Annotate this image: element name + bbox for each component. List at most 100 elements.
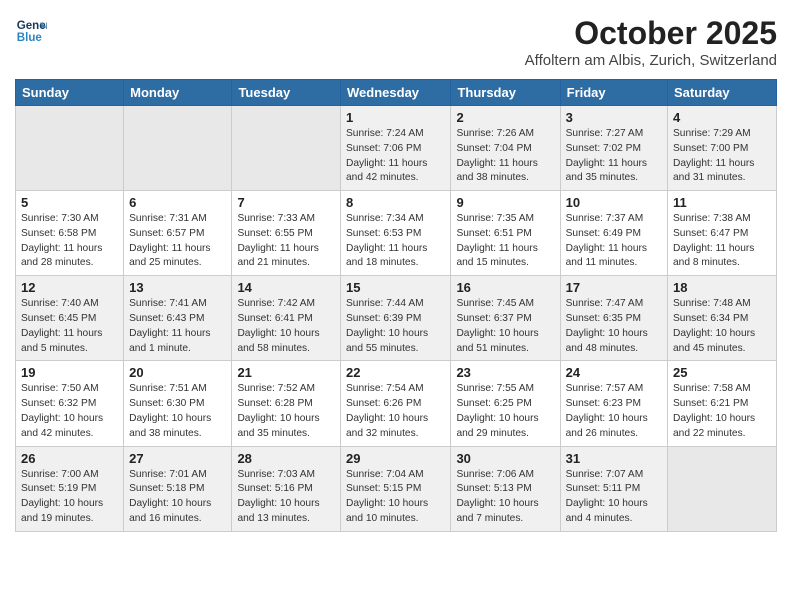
day-number: 9 [456, 195, 554, 210]
day-info: Sunrise: 7:52 AM Sunset: 6:28 PM Dayligh… [237, 382, 335, 441]
day-number: 27 [129, 451, 226, 466]
table-row: 15 Sunrise: 7:44 AM Sunset: 6:39 PM Dayli… [341, 276, 451, 361]
day-info: Sunrise: 7:51 AM Sunset: 6:30 PM Dayligh… [129, 382, 226, 441]
day-info: Sunrise: 7:58 AM Sunset: 6:21 PM Dayligh… [673, 382, 771, 441]
table-row: 6Sunrise: 7:31 AM Sunset: 6:57 PM Daylig… [124, 191, 232, 276]
day-info: Sunrise: 7:48 AM Sunset: 6:34 PM Dayligh… [673, 297, 771, 356]
table-row: 16Sunrise: 7:45 AM Sunset: 6:37 PM Dayli… [451, 276, 560, 361]
table-row: 27Sunrise: 7:01 AM Sunset: 5:18 PM Dayli… [124, 446, 232, 531]
table-row: 4 Sunrise: 7:29 AM Sunset: 7:00 PM Daylig… [668, 106, 777, 191]
day-info: Sunrise: 7:35 AM Sunset: 6:51 PM Dayligh… [456, 212, 554, 271]
days-header-row: Sunday Monday Tuesday Wednesday Thursday… [16, 80, 777, 106]
table-row: 24 Sunrise: 7:57 AM Sunset: 6:23 PM Dayli… [560, 361, 667, 446]
header-wednesday: Wednesday [341, 80, 451, 106]
table-row: 8 Sunrise: 7:34 AM Sunset: 6:53 PM Daylig… [341, 191, 451, 276]
day-info: Sunrise: 7:42 AM Sunset: 6:41 PM Dayligh… [237, 297, 335, 356]
day-info: Sunrise: 7:29 AM Sunset: 7:00 PM Dayligh… [673, 127, 771, 186]
day-info: Sunrise: 7:38 AM Sunset: 6:47 PM Dayligh… [673, 212, 771, 271]
day-number: 31 [566, 451, 662, 466]
day-number: 13 [129, 280, 226, 295]
day-number: 7 [237, 195, 335, 210]
table-row: 19Sunrise: 7:50 AM Sunset: 6:32 PM Dayli… [16, 361, 124, 446]
day-number: 18 [673, 280, 771, 295]
day-number: 30 [456, 451, 554, 466]
day-number: 11 [673, 195, 771, 210]
location-title: Affoltern am Albis, Zurich, Switzerland [525, 52, 777, 69]
logo-icon: General Blue [15, 15, 47, 47]
calendar-week-row: 12 Sunrise: 7:40 AM Sunset: 6:45 PM Dayli… [16, 276, 777, 361]
day-info: Sunrise: 7:47 AM Sunset: 6:35 PM Dayligh… [566, 297, 662, 356]
table-row: 1Sunrise: 7:24 AM Sunset: 7:06 PM Daylig… [341, 106, 451, 191]
svg-text:Blue: Blue [17, 32, 43, 44]
table-row: 25 Sunrise: 7:58 AM Sunset: 6:21 PM Dayli… [668, 361, 777, 446]
day-info: Sunrise: 7:40 AM Sunset: 6:45 PM Dayligh… [21, 297, 118, 356]
calendar-week-row: 5 Sunrise: 7:30 AM Sunset: 6:58 PM Daylig… [16, 191, 777, 276]
day-number: 19 [21, 365, 118, 380]
day-info: Sunrise: 7:57 AM Sunset: 6:23 PM Dayligh… [566, 382, 662, 441]
day-number: 1 [346, 110, 445, 125]
table-row: 29 Sunrise: 7:04 AM Sunset: 5:15 PM Dayli… [341, 446, 451, 531]
day-number: 22 [346, 365, 445, 380]
table-row: 26 Sunrise: 7:00 AM Sunset: 5:19 PM Dayli… [16, 446, 124, 531]
day-info: Sunrise: 7:03 AM Sunset: 5:16 PM Dayligh… [237, 468, 335, 527]
day-number: 16 [456, 280, 554, 295]
table-row: 31 Sunrise: 7:07 AM Sunset: 5:11 PM Dayli… [560, 446, 667, 531]
day-number: 24 [566, 365, 662, 380]
day-info: Sunrise: 7:00 AM Sunset: 5:19 PM Dayligh… [21, 468, 118, 527]
table-row: 9 Sunrise: 7:35 AM Sunset: 6:51 PM Daylig… [451, 191, 560, 276]
table-row [124, 106, 232, 191]
day-info: Sunrise: 7:04 AM Sunset: 5:15 PM Dayligh… [346, 468, 445, 527]
header-thursday: Thursday [451, 80, 560, 106]
table-row [232, 106, 341, 191]
day-info: Sunrise: 7:34 AM Sunset: 6:53 PM Dayligh… [346, 212, 445, 271]
day-info: Sunrise: 7:30 AM Sunset: 6:58 PM Dayligh… [21, 212, 118, 271]
table-row: 3 Sunrise: 7:27 AM Sunset: 7:02 PM Daylig… [560, 106, 667, 191]
table-row: 2Sunrise: 7:26 AM Sunset: 7:04 PM Daylig… [451, 106, 560, 191]
table-row: 14 Sunrise: 7:42 AM Sunset: 6:41 PM Dayli… [232, 276, 341, 361]
day-number: 17 [566, 280, 662, 295]
table-row [16, 106, 124, 191]
table-row: 18 Sunrise: 7:48 AM Sunset: 6:34 PM Dayli… [668, 276, 777, 361]
day-number: 29 [346, 451, 445, 466]
day-number: 5 [21, 195, 118, 210]
logo: General Blue [15, 15, 47, 47]
day-number: 12 [21, 280, 118, 295]
day-info: Sunrise: 7:41 AM Sunset: 6:43 PM Dayligh… [129, 297, 226, 356]
day-info: Sunrise: 7:31 AM Sunset: 6:57 PM Dayligh… [129, 212, 226, 271]
page-header: General Blue October 2025 Affoltern am A… [15, 15, 777, 69]
table-row: 21 Sunrise: 7:52 AM Sunset: 6:28 PM Dayli… [232, 361, 341, 446]
calendar-week-row: 19Sunrise: 7:50 AM Sunset: 6:32 PM Dayli… [16, 361, 777, 446]
day-info: Sunrise: 7:27 AM Sunset: 7:02 PM Dayligh… [566, 127, 662, 186]
day-number: 15 [346, 280, 445, 295]
calendar-week-row: 26 Sunrise: 7:00 AM Sunset: 5:19 PM Dayli… [16, 446, 777, 531]
month-title: October 2025 [525, 15, 777, 52]
day-info: Sunrise: 7:37 AM Sunset: 6:49 PM Dayligh… [566, 212, 662, 271]
day-number: 3 [566, 110, 662, 125]
day-info: Sunrise: 7:44 AM Sunset: 6:39 PM Dayligh… [346, 297, 445, 356]
table-row: 5 Sunrise: 7:30 AM Sunset: 6:58 PM Daylig… [16, 191, 124, 276]
day-info: Sunrise: 7:07 AM Sunset: 5:11 PM Dayligh… [566, 468, 662, 527]
table-row: 22 Sunrise: 7:54 AM Sunset: 6:26 PM Dayli… [341, 361, 451, 446]
day-number: 21 [237, 365, 335, 380]
day-number: 26 [21, 451, 118, 466]
day-number: 28 [237, 451, 335, 466]
day-number: 20 [129, 365, 226, 380]
day-info: Sunrise: 7:55 AM Sunset: 6:25 PM Dayligh… [456, 382, 554, 441]
day-number: 8 [346, 195, 445, 210]
table-row: 11 Sunrise: 7:38 AM Sunset: 6:47 PM Dayli… [668, 191, 777, 276]
header-saturday: Saturday [668, 80, 777, 106]
day-info: Sunrise: 7:26 AM Sunset: 7:04 PM Dayligh… [456, 127, 554, 186]
day-info: Sunrise: 7:06 AM Sunset: 5:13 PM Dayligh… [456, 468, 554, 527]
calendar-table: Sunday Monday Tuesday Wednesday Thursday… [15, 79, 777, 532]
day-info: Sunrise: 7:54 AM Sunset: 6:26 PM Dayligh… [346, 382, 445, 441]
table-row: 12 Sunrise: 7:40 AM Sunset: 6:45 PM Dayli… [16, 276, 124, 361]
day-number: 25 [673, 365, 771, 380]
day-number: 14 [237, 280, 335, 295]
calendar-week-row: 1Sunrise: 7:24 AM Sunset: 7:06 PM Daylig… [16, 106, 777, 191]
header-tuesday: Tuesday [232, 80, 341, 106]
table-row: 10Sunrise: 7:37 AM Sunset: 6:49 PM Dayli… [560, 191, 667, 276]
day-number: 23 [456, 365, 554, 380]
day-info: Sunrise: 7:33 AM Sunset: 6:55 PM Dayligh… [237, 212, 335, 271]
table-row: 7 Sunrise: 7:33 AM Sunset: 6:55 PM Daylig… [232, 191, 341, 276]
day-number: 4 [673, 110, 771, 125]
